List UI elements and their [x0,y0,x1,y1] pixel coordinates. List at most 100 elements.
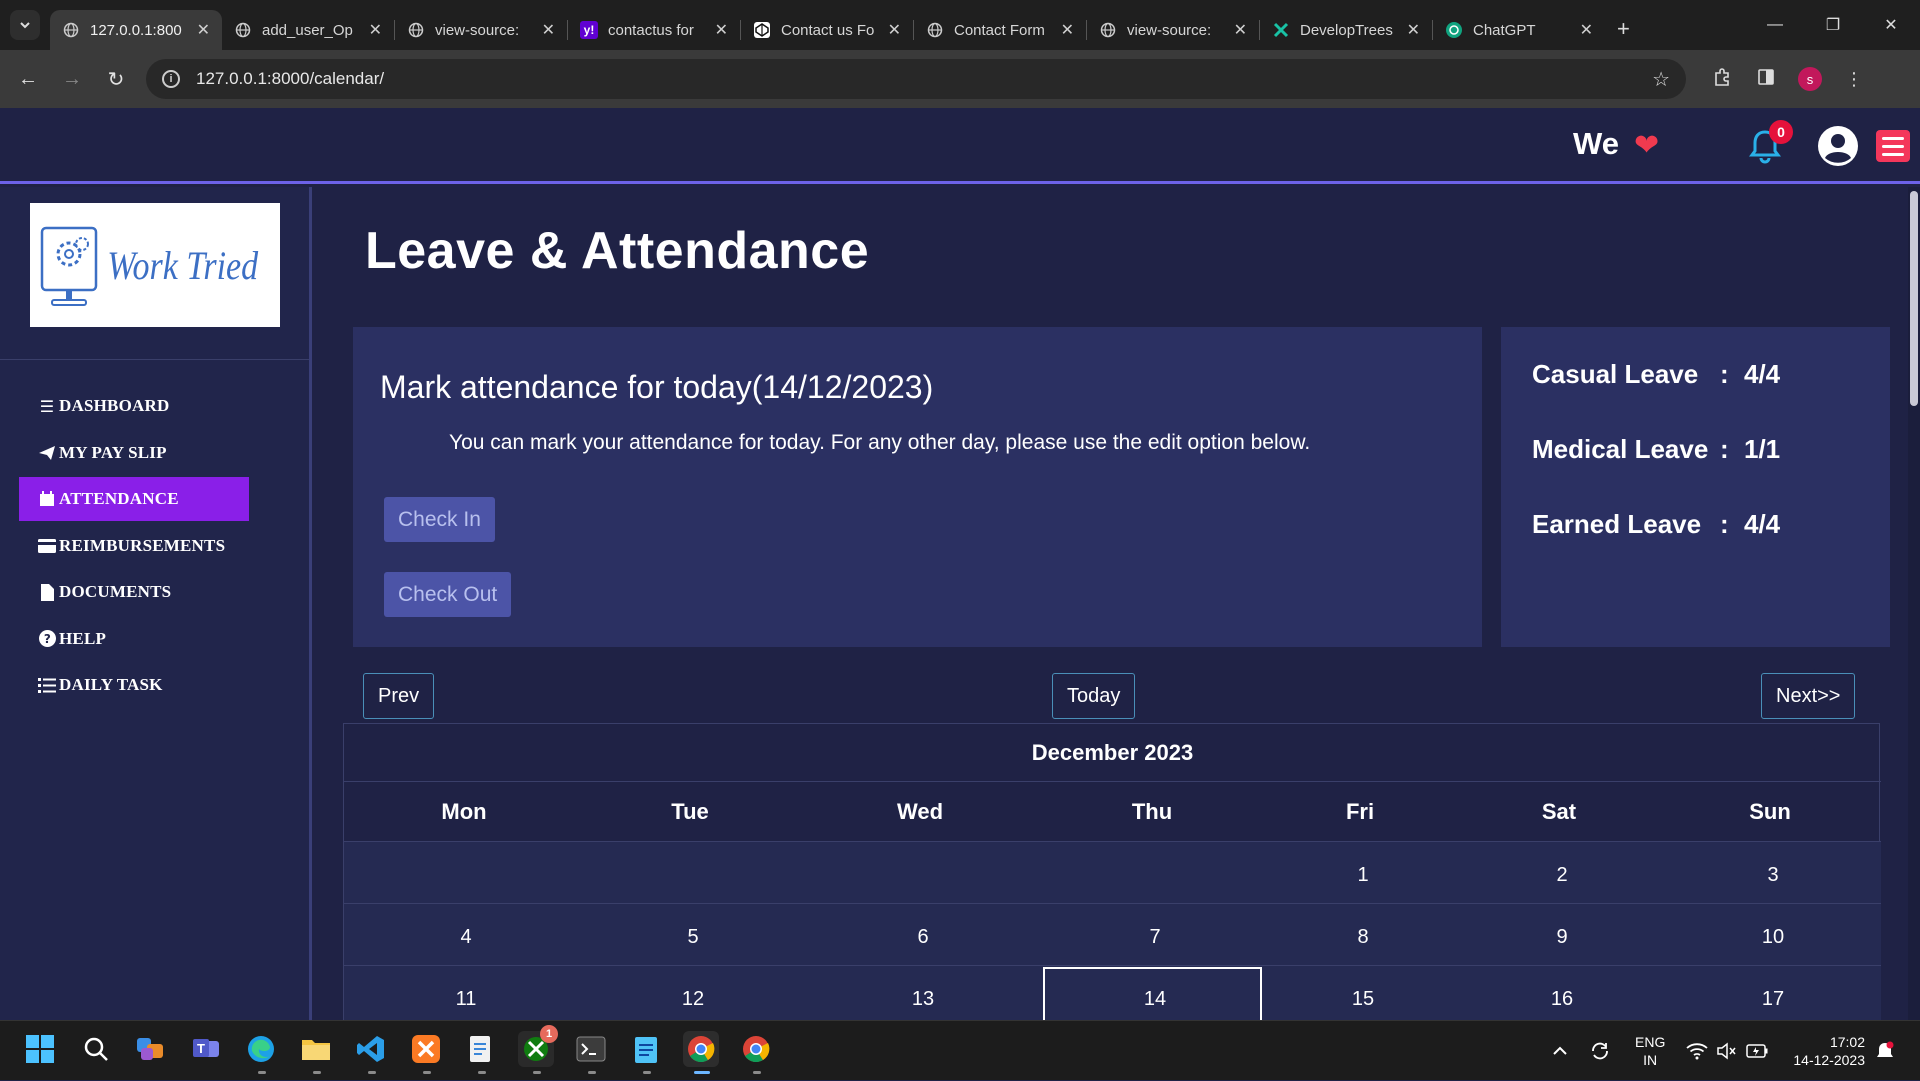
browser-tab[interactable]: ChatGPT ✕ [1433,10,1605,50]
taskbar-running-indicator [588,1071,596,1074]
file-explorer-icon[interactable] [298,1031,334,1067]
calendar-day[interactable]: 9 [1556,926,1567,949]
close-icon[interactable]: ✕ [1580,20,1593,40]
calendar-day[interactable]: 3 [1767,864,1778,887]
show-hidden-icons-icon[interactable] [1552,1021,1568,1081]
teams-icon[interactable]: T [188,1031,224,1067]
close-icon[interactable]: ✕ [197,20,210,40]
calendar-day[interactable]: 17 [1762,988,1784,1011]
calendar-day[interactable]: 6 [917,926,928,949]
minimize-icon[interactable]: — [1746,16,1804,34]
browser-tab[interactable]: Contact Form ✕ [914,10,1086,50]
prev-month-button[interactable]: Prev [363,673,435,719]
close-icon[interactable]: ✕ [715,20,728,40]
sidebar-item-help[interactable]: ? HELP [19,617,249,661]
weekday-label: Sat [1541,799,1577,824]
calendar-day[interactable]: 10 [1762,926,1784,949]
battery-icon[interactable] [1746,1021,1768,1081]
close-icon[interactable]: ✕ [888,20,901,40]
browser-tab[interactable]: view-source: ✕ [395,10,567,50]
leave-value: 4/4 [1744,359,1781,389]
calendar-day[interactable]: 15 [1352,988,1374,1011]
new-tab-button[interactable]: + [1617,16,1630,42]
calendar-day[interactable]: 13 [912,988,934,1011]
close-icon[interactable]: ✕ [1407,20,1420,40]
bookmark-star-icon[interactable]: ☆ [1652,67,1670,92]
url-input[interactable]: i 127.0.0.1:8000/calendar/ ☆ [146,59,1686,99]
xampp-icon[interactable] [408,1031,444,1067]
side-panel-icon[interactable] [1744,68,1788,91]
sidebar-item-documents[interactable]: DOCUMENTS [19,570,249,614]
calendar-day[interactable]: 2 [1556,864,1567,887]
tab-title: ChatGPT [1473,21,1536,39]
calendar-day[interactable]: 1 [1357,864,1368,887]
extensions-icon[interactable] [1700,67,1744,92]
language-indicator[interactable]: ENG IN [1635,1033,1665,1069]
close-icon[interactable]: ✕ [369,20,382,40]
taskbar-clock[interactable]: 17:02 14-12-2023 [1785,1033,1865,1069]
calendar-day[interactable]: 16 [1551,988,1573,1011]
calendar-day[interactable]: 11 [456,988,477,1011]
sidebar-item-reimbursements[interactable]: REIMBURSEMENTS [19,524,249,568]
browser-tab[interactable]: 127.0.0.1:800 ✕ [50,10,222,50]
globe-icon [234,21,252,39]
check-out-button[interactable]: Check Out [384,572,512,617]
site-info-icon[interactable]: i [162,70,180,88]
logo[interactable]: Work Tried [30,203,280,327]
scrollbar-thumb[interactable] [1910,191,1918,406]
sidebar-item-attendance[interactable]: ATTENDANCE [19,477,249,521]
page-scrollbar[interactable] [1908,187,1920,1020]
weekday-label: Mon [441,799,487,824]
profile-avatar[interactable]: s [1788,67,1832,91]
leave-colon: : [1720,434,1729,464]
xbox-icon[interactable]: 1 [518,1025,558,1067]
browser-tab[interactable]: Contact us Fo ✕ [741,10,913,50]
sidebar-item-my-pay-slip[interactable]: MY PAY SLIP [19,431,249,475]
sidebar-item-daily-task[interactable]: DAILY TASK [19,663,249,707]
calendar-day[interactable]: 7 [1149,926,1160,949]
close-icon[interactable]: ✕ [542,20,555,40]
terminal-icon[interactable] [573,1031,609,1067]
forward-icon[interactable]: → [50,68,94,91]
back-icon[interactable]: ← [6,68,50,91]
browser-tab[interactable]: DevelopTrees ✕ [1260,10,1432,50]
attendance-description: You can mark your attendance for today. … [449,431,1311,454]
search-icon[interactable] [78,1031,114,1067]
edge-browser-icon[interactable] [243,1031,279,1067]
calendar-day[interactable]: 12 [682,988,704,1011]
browser-tab[interactable]: add_user_Op ✕ [222,10,394,50]
check-in-button[interactable]: Check In [384,497,495,542]
chrome-icon[interactable] [683,1031,719,1067]
wifi-icon[interactable] [1686,1021,1708,1081]
vscode-icon[interactable] [353,1031,389,1067]
volume-muted-icon[interactable] [1716,1021,1736,1081]
hamburger-menu-button[interactable] [1876,130,1910,162]
kebab-menu-icon[interactable]: ⋮ [1832,69,1876,90]
calendar-day[interactable]: 4 [460,926,471,949]
browser-tab[interactable]: y! contactus for ✕ [568,10,740,50]
tab-search-button[interactable] [10,10,40,40]
restore-icon[interactable]: ❐ [1804,15,1862,35]
widgets-icon[interactable] [133,1031,169,1067]
tab-title: view-source: [1127,21,1212,39]
notification-bell-icon[interactable] [1876,1021,1894,1081]
windows-start-icon[interactable] [22,1031,58,1067]
close-window-icon[interactable]: ✕ [1862,15,1920,35]
user-avatar-icon[interactable] [1817,125,1859,167]
close-icon[interactable]: ✕ [1061,20,1074,40]
taskbar-running-indicator [423,1071,431,1074]
next-month-button[interactable]: Next>> [1761,673,1856,719]
notepad-icon[interactable] [628,1031,664,1067]
close-icon[interactable]: ✕ [1234,20,1247,40]
reload-icon[interactable]: ↻ [94,67,138,92]
browser-tab[interactable]: view-source: ✕ [1087,10,1259,50]
today-button[interactable]: Today [1052,673,1136,719]
window-controls: — ❐ ✕ [1746,0,1920,50]
calendar-day[interactable]: 5 [687,926,698,949]
sync-icon[interactable] [1589,1021,1611,1081]
sidebar-item-dashboard[interactable]: ☰ DASHBOARD [19,384,249,428]
notepad-app-icon[interactable] [463,1031,499,1067]
leave-row-casual: Casual Leave : 4/4 [1532,359,1780,390]
chrome-profile-icon[interactable] [738,1031,774,1067]
calendar-day[interactable]: 8 [1357,926,1368,949]
